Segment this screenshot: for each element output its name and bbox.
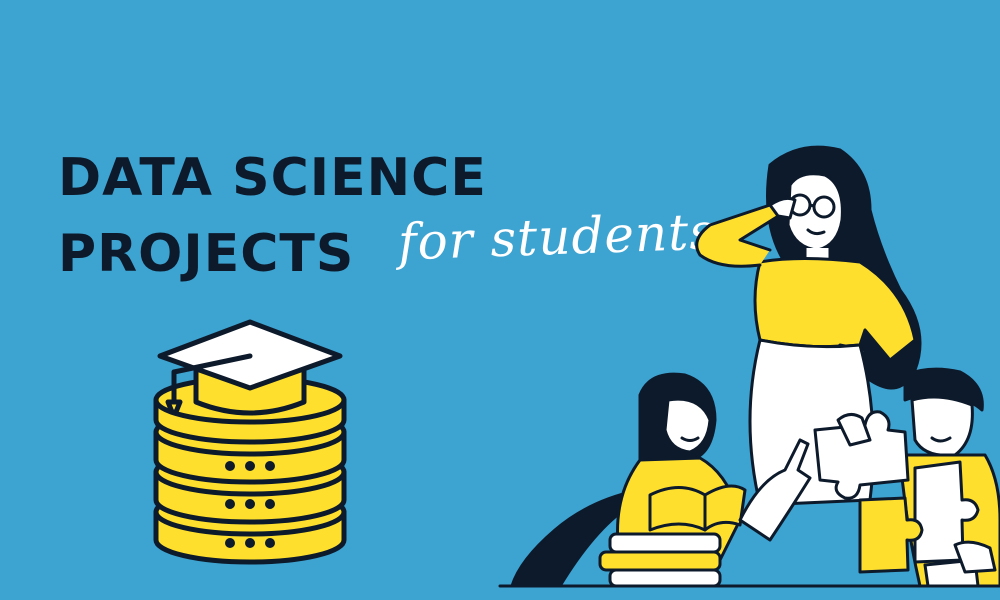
teacher-and-students-puzzle-illustration	[498, 145, 1000, 588]
